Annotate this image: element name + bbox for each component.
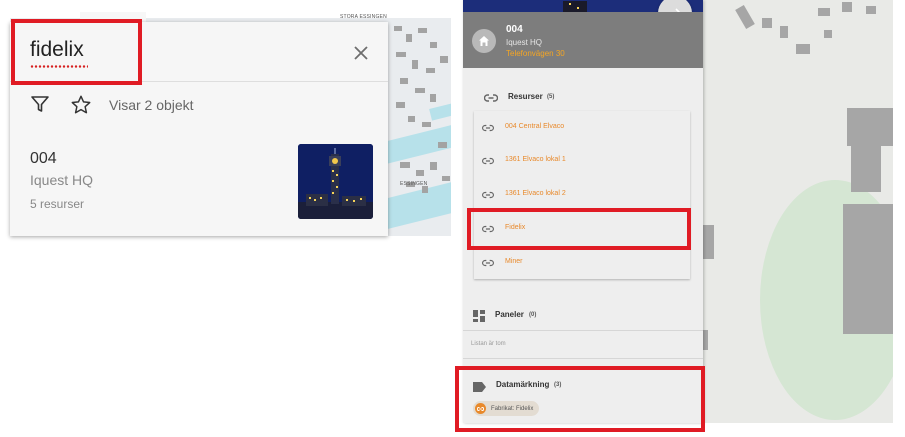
link-icon [483, 91, 499, 103]
site-detail-panel: 004 Iquest HQ Telefonvägen 30 Resurser (… [463, 0, 703, 423]
map-label-mid: ESSINGEN [400, 181, 428, 187]
result-title: 004 [30, 150, 57, 167]
site-name: Iquest HQ [506, 38, 543, 47]
resource-label: 1361 Elvaco lokal 2 [505, 190, 566, 197]
resources-count: (5) [547, 94, 555, 100]
map-building [430, 162, 437, 170]
resource-label: Fidelix [505, 224, 526, 231]
map-building [430, 94, 436, 102]
resources-title: Resurser [508, 92, 543, 101]
map-building [396, 102, 405, 108]
map-building [426, 68, 435, 73]
home-glyph [479, 36, 489, 46]
close-icon [354, 46, 368, 60]
map-building [735, 4, 755, 30]
filter-icon [31, 96, 49, 112]
link-icon [482, 225, 494, 233]
section-divider [463, 330, 703, 331]
panels-count: (0) [529, 312, 537, 318]
site-header: 004 Iquest HQ Telefonvägen 30 [463, 12, 703, 68]
resources-list: 004 Central Elvaco 1361 Elvaco lokal 1 1… [474, 111, 690, 279]
resource-label: 1361 Elvaco lokal 1 [505, 156, 566, 163]
dashboard-icon [473, 309, 485, 322]
spellcheck-underline [30, 65, 88, 68]
map-building [796, 44, 810, 54]
chip-link-icon [475, 403, 486, 414]
result-thumbnail [298, 144, 373, 219]
results-count: Visar 2 objekt [109, 97, 194, 113]
panels-title: Paneler [495, 310, 524, 319]
map-building [396, 52, 406, 57]
home-icon [472, 29, 496, 53]
search-result-item[interactable]: 004 Iquest HQ 5 resurser [10, 134, 388, 224]
map-building [442, 176, 450, 181]
tag-chip-label: Fabrikat: Fidelix [491, 405, 534, 412]
map-building [430, 42, 437, 48]
result-resource-count: 5 resurser [30, 197, 85, 211]
resource-item[interactable]: 1361 Elvaco lokal 2 [474, 178, 690, 211]
link-icon [482, 157, 494, 165]
search-input[interactable]: fidelix [30, 38, 84, 62]
map-building [400, 162, 410, 168]
map-building [843, 204, 893, 334]
section-divider [463, 358, 703, 359]
resource-item[interactable]: Fidelix [474, 212, 690, 245]
link-icon [482, 124, 494, 132]
label-tag-icon [473, 379, 486, 392]
map-label-top: STORA ESSINGEN [340, 14, 387, 20]
resource-label: 004 Central Elvaco [505, 123, 565, 130]
map-building [818, 8, 830, 16]
filter-button[interactable] [30, 94, 50, 114]
map-building [851, 140, 881, 192]
tags-count: (3) [554, 382, 562, 388]
map-building [824, 30, 832, 38]
map-building [866, 6, 876, 14]
map-building [394, 26, 402, 31]
result-subtitle: Iquest HQ [30, 172, 94, 188]
map-building [422, 186, 428, 193]
map-building [400, 78, 408, 84]
map-building [406, 34, 412, 42]
tag-chip[interactable]: Fabrikat: Fidelix [473, 401, 540, 416]
map-building [422, 122, 431, 127]
map-building [440, 56, 448, 63]
search-toolbar: Visar 2 objekt [10, 82, 388, 124]
close-search-button[interactable] [350, 42, 372, 64]
search-header: fidelix [10, 22, 388, 82]
map-building [780, 26, 788, 38]
search-panel: fidelix Visar 2 objekt 004 Iquest HQ 5 r… [10, 22, 388, 236]
link-icon [482, 259, 494, 267]
resource-label: Miner [505, 258, 523, 265]
right-map[interactable] [700, 0, 893, 423]
site-address[interactable]: Telefonvägen 30 [506, 49, 565, 58]
tags-title: Datamärkning [496, 380, 550, 389]
map-building [412, 60, 418, 69]
resource-item[interactable]: Miner [474, 246, 690, 279]
map-building [842, 2, 852, 12]
map-building [438, 142, 447, 148]
star-icon [71, 95, 91, 114]
resource-item[interactable]: 1361 Elvaco lokal 1 [474, 144, 690, 177]
map-building [415, 88, 425, 93]
map-building [416, 170, 424, 176]
panels-empty-text: Listan är tom [471, 341, 506, 347]
map-building [762, 18, 772, 28]
map-water [429, 99, 451, 121]
map-building [418, 28, 427, 33]
map-building [408, 116, 415, 122]
favorite-button[interactable] [70, 94, 92, 116]
resource-item[interactable]: 004 Central Elvaco [474, 111, 690, 144]
building-photo [298, 144, 373, 219]
link-icon [482, 191, 494, 199]
site-code: 004 [506, 24, 523, 35]
